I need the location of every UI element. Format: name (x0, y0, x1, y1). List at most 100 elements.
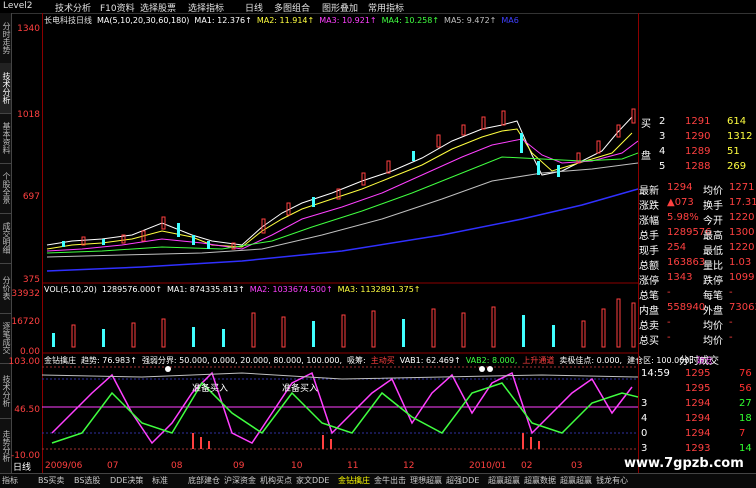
ma1-line (46, 116, 633, 246)
tab-intraday[interactable]: 分时走势 (0, 13, 11, 64)
menu-level2[interactable]: Level2 (3, 1, 32, 11)
stat-value: 1300 (729, 227, 755, 238)
stat-key: 现手 (639, 246, 659, 257)
buy-level: 4 1289 51 (659, 146, 740, 157)
signal-dot (165, 366, 171, 372)
tab-price-table[interactable]: 分价表 (0, 263, 11, 314)
stat-value: - (729, 287, 733, 298)
tick-row: 3 1294 27 (641, 398, 752, 409)
annotation-buy: 准备买入 (192, 384, 229, 394)
quote-stat-row: 总手 1289576 最高 1300 (639, 226, 756, 242)
ind-trend: 趋势: 76.983↑ (81, 356, 137, 365)
tab-technical-2[interactable]: 技术分析 (0, 363, 11, 419)
stat-key: 每笔 (703, 291, 723, 302)
quote-stat-row: 涨幅 5.98% 今开 1220 (639, 211, 756, 227)
stat-value: 1220 (729, 212, 755, 223)
stat-key: 均价 (703, 336, 723, 347)
bottom-tab[interactable]: 标准 (152, 475, 168, 486)
kline-svg (42, 108, 638, 450)
buy-level: 2 1291 614 (659, 116, 747, 127)
tab-technical[interactable]: 技术分析 (0, 63, 11, 114)
vol-value: 1289576.000↑ (101, 285, 163, 294)
bottom-tab[interactable]: 超赢超赢 (488, 475, 520, 486)
bottom-tab[interactable]: 理想超赢 (410, 475, 442, 486)
ind-up: 上升通道 (522, 356, 555, 365)
bottom-tab[interactable]: 机构买点 (260, 475, 292, 486)
bottom-tab[interactable]: 底部建仓 (188, 475, 220, 486)
stat-value: 163863 (667, 257, 706, 268)
tab-panorama[interactable]: 个股全景 (0, 163, 11, 214)
stat-value: 254 (667, 242, 687, 253)
date-tick: 02 (521, 461, 533, 471)
indicator-header: 金钻擒庄 趋势: 76.983↑ 强弱分界: 50.000, 0.000, 20.0… (44, 355, 718, 366)
vol-tick: 33932 (11, 289, 40, 299)
ind-ctrl: 吸筹: (347, 356, 366, 365)
bottom-tab[interactable]: 金钻擒庄 (338, 475, 370, 486)
ticks-title: 分时成交 (679, 356, 719, 367)
stat-value: 1099 (729, 272, 755, 283)
stat-key: 最低 (703, 246, 723, 257)
ind-strong: 强弱分界: 50.000, 0.000, 20.000, 80.000, 100… (141, 356, 343, 365)
chart-area[interactable]: 长电科技日线 MA(5,10,20,30,60,180) MA1: 12.376↑ M… (42, 13, 713, 473)
bottom-tab[interactable]: 超赢超赢 (560, 475, 592, 486)
bottom-tab[interactable]: 金牛出击 (374, 475, 406, 486)
bottom-tab[interactable]: DDE决策 (110, 475, 143, 486)
quote-stat-row: 总额 163863 量比 1.03 (639, 256, 756, 272)
top-menu-bar: Level2 技术分析 F10资料 选择股票 选择指标 日线 多图组合 图形叠加… (0, 0, 756, 14)
stat-value: 1271 (729, 182, 755, 193)
vol-tick: 16720 (11, 317, 40, 327)
quote-stat-row: 最新 1294 均价 1271 (639, 181, 756, 197)
date-tick: 08 (171, 461, 183, 471)
buy-level: 5 1288 269 (659, 161, 747, 172)
stat-value: 5.98% (667, 212, 699, 223)
stat-key: 外盘 (703, 306, 723, 317)
indicator-vab-line (51, 381, 638, 444)
date-tick: 10 (291, 461, 303, 471)
stat-key: 总卖 (639, 321, 659, 332)
quote-stat-row: 涨跌 ▲073 换手 17.31% (639, 196, 756, 212)
quote-panel: 买 盘 2 1291 614 3 1290 1312 4 1289 51 5 1288 269 … (638, 13, 756, 473)
quote-stat-row: 总买 - 均价 - (639, 331, 756, 347)
signal-dot (487, 366, 493, 372)
bottom-tab[interactable]: 超赢数据 (524, 475, 556, 486)
bottom-tab[interactable]: 沪深资金 (224, 475, 256, 486)
tab-trade-detail[interactable]: 成交明细 (0, 213, 11, 264)
stat-value: - (667, 287, 671, 298)
date-tick: 09 (233, 461, 245, 471)
tick-row: 1295 56 (685, 383, 752, 394)
stat-key: 总买 (639, 336, 659, 347)
stat-value: ▲073 (667, 197, 694, 208)
signal-dot (479, 366, 485, 372)
bottom-tab[interactable]: 钱龙有心 (596, 475, 628, 486)
stat-value: - (729, 332, 733, 343)
bottom-tab[interactable]: 指标 (2, 475, 18, 486)
stat-key: 换手 (703, 201, 723, 212)
stat-key: 总笔 (639, 291, 659, 302)
bottom-tab[interactable]: BS买卖 (38, 475, 64, 486)
stat-key: 内盘 (639, 306, 659, 317)
ind-buy: 卖极佳点: 0.000, (559, 356, 623, 365)
bottom-tab-bar: 指标 BS买卖 BS选股 DDE决策 标准 底部建仓 沪深资金 机构买点 家文DDE 金钻擒庄 金牛… (0, 473, 756, 488)
price-tick: 1018 (17, 110, 40, 120)
stat-key: 涨跌 (639, 201, 659, 212)
stat-key: 均价 (703, 321, 723, 332)
watermark: www.7gpzb.com (624, 456, 744, 471)
stat-value: 1220 (729, 242, 755, 253)
stat-value: 17.31% (729, 197, 756, 208)
quote-stat-row: 内盘 558940外盘 730636 (639, 301, 756, 317)
stat-key: 最新 (639, 186, 659, 197)
date-tick: 11 (347, 461, 359, 471)
date-tick: 07 (107, 461, 119, 471)
bottom-tab[interactable]: 超强DDE (446, 475, 479, 486)
tab-basic-info[interactable]: 基本资料 (0, 113, 11, 164)
vol-ma3: MA3: 1132891.375↑ (337, 285, 421, 294)
indicator-ref-line (42, 372, 638, 380)
stat-key: 跌停 (703, 276, 723, 287)
tab-trend[interactable]: 走势分析 (0, 418, 11, 474)
bottom-tab[interactable]: 家文DDE (296, 475, 329, 486)
stat-key: 最高 (703, 231, 723, 242)
vol-label: VOL(5,10,20) (44, 285, 97, 294)
buy-level: 3 1290 1312 (659, 131, 753, 142)
bottom-tab[interactable]: BS选股 (74, 475, 100, 486)
stat-value: 730636 (729, 302, 756, 313)
